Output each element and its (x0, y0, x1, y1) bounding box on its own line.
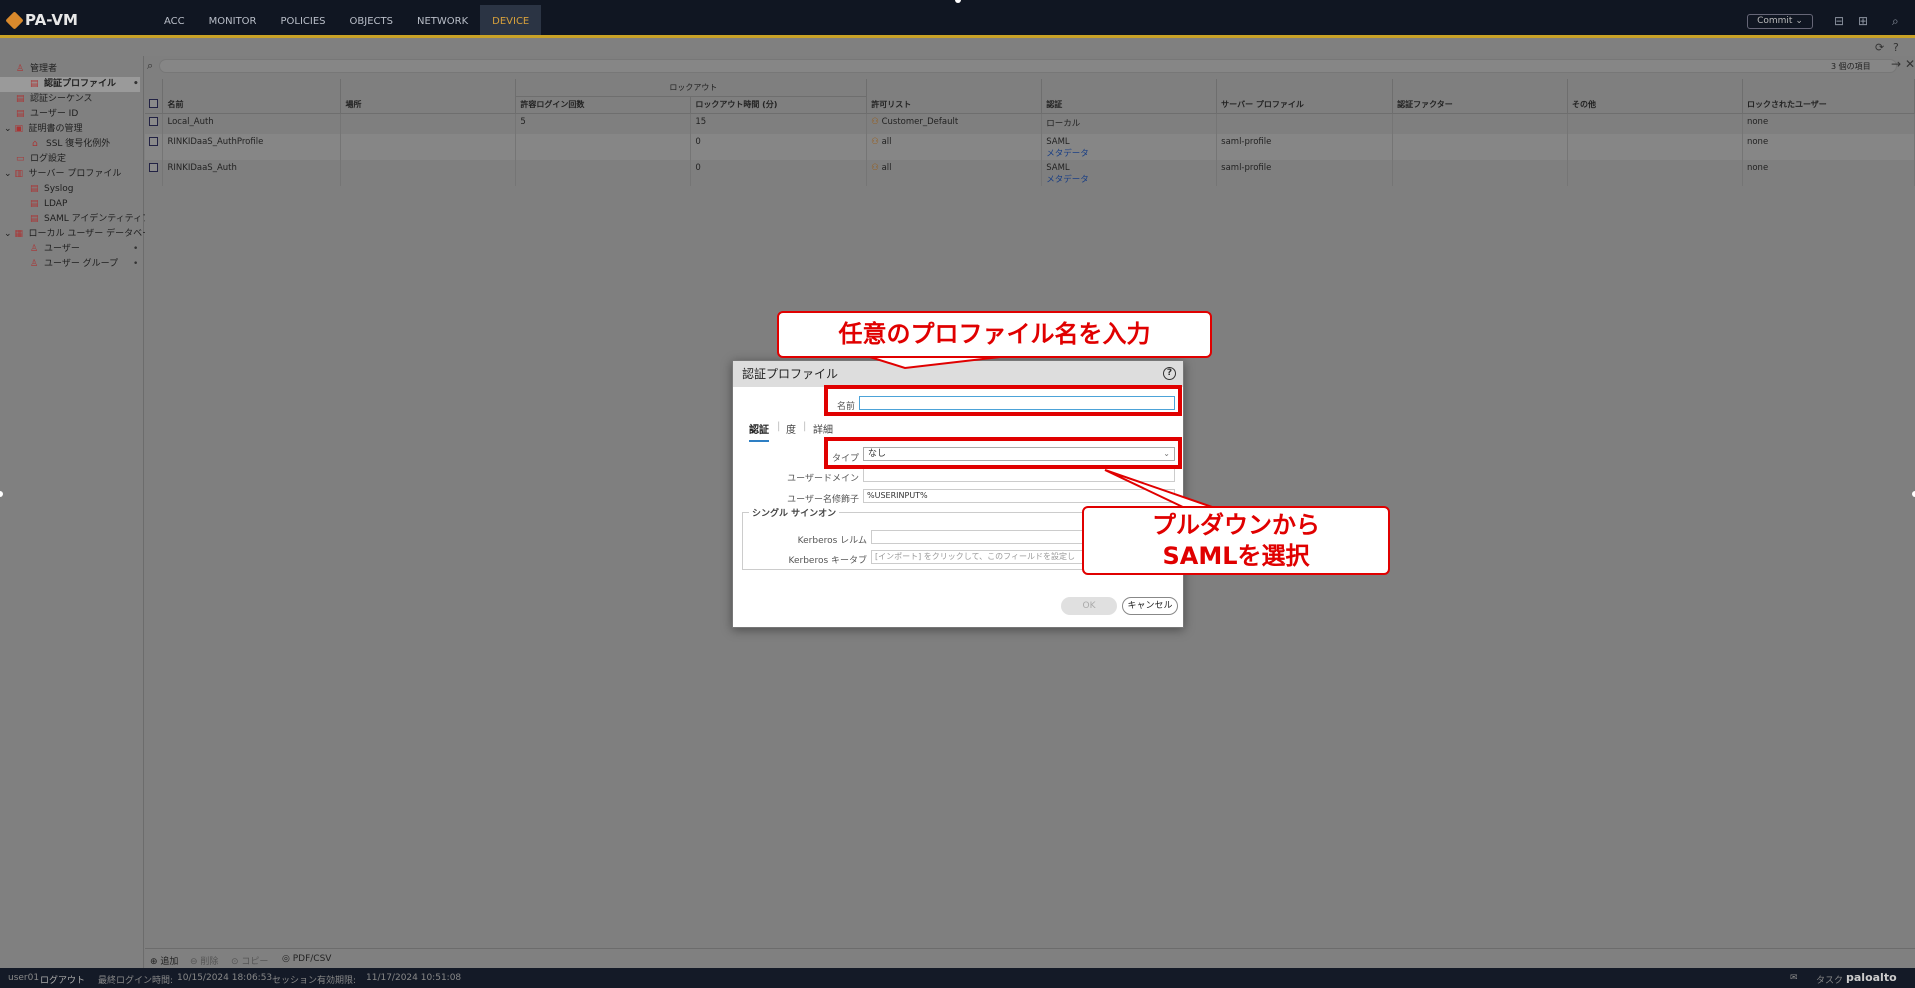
callout-select-saml: プルダウンから SAMLを選択 (1082, 506, 1390, 575)
callout-enter-profile-name: 任意のプロファイル名を入力 (777, 311, 1212, 358)
callout1-pointer (869, 356, 1001, 370)
callout2-pointer (1104, 469, 1216, 509)
callout-pointers (869, 356, 1216, 509)
